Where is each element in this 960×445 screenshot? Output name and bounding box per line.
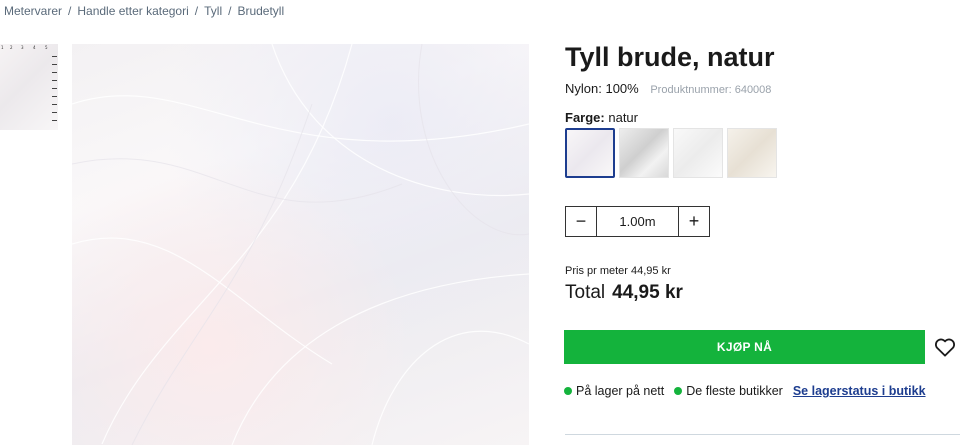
- product-main-image[interactable]: [72, 44, 529, 445]
- breadcrumb-separator: /: [68, 4, 72, 18]
- breadcrumb-item-metervarer[interactable]: Metervarer: [4, 4, 62, 18]
- color-value: natur: [608, 110, 638, 125]
- color-swatch-list: [565, 128, 777, 178]
- material-composition: Nylon: 100%: [565, 81, 639, 96]
- in-stock-dot-icon: [564, 387, 572, 395]
- ruler-graphic: 12345: [1, 45, 48, 50]
- stock-online-text: På lager på nett: [576, 384, 665, 398]
- breadcrumb-item-tyll[interactable]: Tyll: [204, 4, 222, 18]
- swatch-natur[interactable]: [565, 128, 615, 178]
- stock-online: På lager på nett: [564, 384, 664, 398]
- ruler-graphic: [49, 52, 57, 130]
- swatch-gray[interactable]: [619, 128, 669, 178]
- stock-stores-text: De fleste butikker: [686, 384, 783, 398]
- in-stock-dot-icon: [674, 387, 683, 395]
- store-stock-link[interactable]: Se lagerstatus i butikk: [793, 384, 926, 398]
- total-amount: 44,95 kr: [612, 282, 683, 303]
- quantity-increase-button[interactable]: +: [678, 207, 709, 236]
- quantity-decrease-button[interactable]: −: [566, 207, 597, 236]
- total-price: Total 44,95 kr: [565, 282, 683, 304]
- color-label: Farge:: [565, 110, 605, 125]
- product-number: Produktnummer: 640008: [650, 84, 772, 96]
- quantity-value[interactable]: 1.00m: [597, 207, 678, 236]
- product-title: Tyll brude, natur: [565, 42, 775, 72]
- breadcrumb-item-kategori[interactable]: Handle etter kategori: [77, 4, 188, 18]
- total-label: Total: [565, 282, 606, 303]
- thumbnail-list: 12345: [0, 44, 58, 132]
- quantity-stepper: − 1.00m +: [565, 206, 710, 237]
- breadcrumb-separator: /: [228, 4, 232, 18]
- product-thumbnail[interactable]: 12345: [0, 44, 58, 130]
- swatch-cream[interactable]: [727, 128, 777, 178]
- tulle-texture: [72, 44, 529, 445]
- divider: [565, 434, 960, 435]
- breadcrumb-item-brudetyll[interactable]: Brudetyll: [237, 4, 284, 18]
- breadcrumb: Metervarer / Handle etter kategori / Tyll / Br…: [4, 4, 284, 18]
- stock-status: På lager på nett De fleste butikker Se l…: [564, 384, 926, 398]
- product-meta: Nylon: 100% Produktnummer: 640008: [565, 81, 771, 96]
- breadcrumb-separator: /: [194, 4, 199, 18]
- price-per-meter: Pris pr meter 44,95 kr: [565, 265, 671, 277]
- buy-now-button[interactable]: KJØP NÅ: [564, 330, 925, 364]
- color-selection-label: Farge: natur: [565, 110, 638, 125]
- stock-stores: De fleste butikker: [674, 384, 783, 398]
- favorite-heart-icon[interactable]: [934, 337, 956, 357]
- swatch-white[interactable]: [673, 128, 723, 178]
